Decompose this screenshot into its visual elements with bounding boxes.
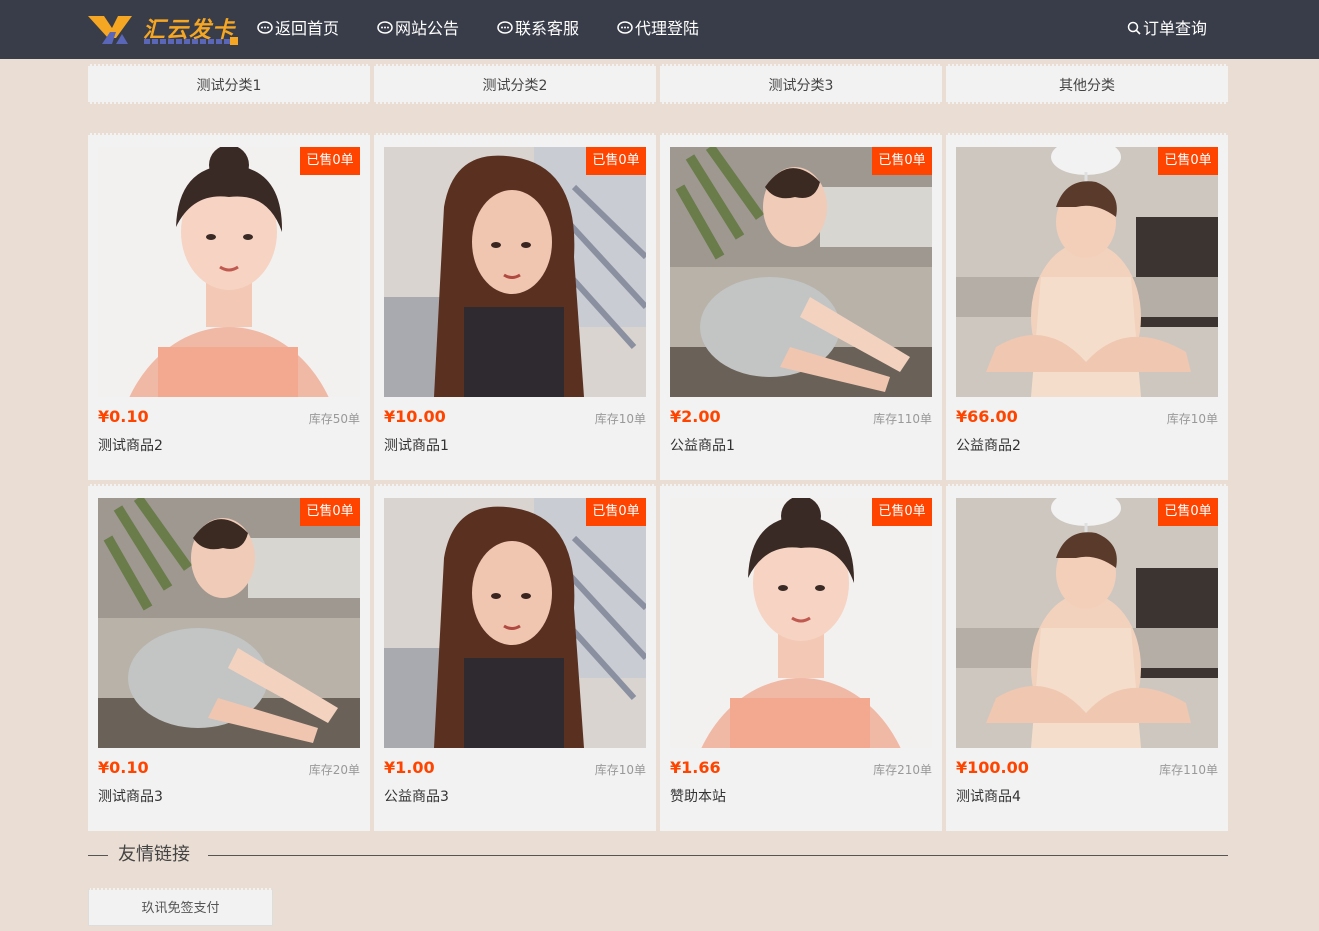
product-name: 测试商品3: [98, 789, 163, 805]
product-stock: 库存210单: [873, 763, 932, 777]
product-card[interactable]: 已售0单 ¥66.00 库存10单 公益商品2: [946, 133, 1228, 480]
product-card[interactable]: 已售0单 ¥100.00 库存110单 测试商品4: [946, 484, 1228, 831]
photo-girl-longhair: [384, 498, 646, 748]
nav-service-label: 联系客服: [515, 19, 580, 38]
product-card[interactable]: 已售0单 ¥1.00 库存10单 公益商品3: [374, 484, 656, 831]
product-name: 公益商品2: [956, 438, 1021, 454]
nav-agent-login-link[interactable]: 代理登陆: [617, 0, 699, 59]
photo-girl-white: [670, 498, 932, 748]
nav-home-label: 返回首页: [275, 19, 340, 38]
sold-badge: 已售0单: [300, 147, 360, 175]
product-image: [670, 498, 932, 748]
friend-links-title: 友情链接: [118, 844, 190, 865]
photo-girl-sitting: [670, 147, 932, 397]
divider: [88, 855, 108, 856]
nav-order-query-link[interactable]: 订单查询: [1127, 0, 1207, 59]
product-price: ¥66.00: [956, 407, 1018, 426]
product-name: 测试商品4: [956, 789, 1021, 805]
sold-badge: 已售0单: [586, 498, 646, 526]
product-price: ¥0.10: [98, 758, 149, 777]
chat-bubble-icon: [497, 21, 513, 34]
product-card[interactable]: 已售0单 ¥0.10 库存20单 测试商品3: [88, 484, 370, 831]
product-stock: 库存20单: [308, 763, 360, 777]
product-stock: 库存50单: [308, 412, 360, 426]
friend-link-item[interactable]: 玖讯免签支付: [88, 888, 273, 926]
product-name: 公益商品1: [670, 438, 735, 454]
product-stock: 库存10单: [1166, 412, 1218, 426]
category-tab[interactable]: 其他分类: [946, 64, 1228, 104]
product-stock: 库存110单: [1159, 763, 1218, 777]
product-card[interactable]: 已售0单 ¥0.10 库存50单 测试商品2: [88, 133, 370, 480]
product-image: [956, 498, 1218, 748]
logo-icon: [88, 16, 132, 44]
photo-girl-longhair: [384, 147, 646, 397]
product-card[interactable]: 已售0单 ¥10.00 库存10单 测试商品1: [374, 133, 656, 480]
product-stock: 库存10单: [594, 763, 646, 777]
photo-girl-white: [98, 147, 360, 397]
photo-girl-floor: [956, 147, 1218, 397]
product-stock: 库存10单: [594, 412, 646, 426]
product-image: [98, 498, 360, 748]
product-price: ¥10.00: [384, 407, 446, 426]
nav-service-link[interactable]: 联系客服: [497, 0, 579, 59]
sold-badge: 已售0单: [300, 498, 360, 526]
sold-badge: 已售0单: [872, 498, 932, 526]
nav-notice-link[interactable]: 网站公告: [377, 0, 459, 59]
category-tab[interactable]: 测试分类2: [374, 64, 656, 104]
product-stock: 库存110单: [873, 412, 932, 426]
product-image: [384, 147, 646, 397]
product-price: ¥0.10: [98, 407, 149, 426]
product-name: 赞助本站: [670, 789, 726, 805]
chat-bubble-icon: [377, 21, 393, 34]
category-tabs: 测试分类1 测试分类2 测试分类3 其他分类: [88, 64, 1228, 104]
top-navbar: 汇云发卡 返回首页 网站公告 联系客服 代理登陆 订单查询: [0, 0, 1319, 59]
product-image: [98, 147, 360, 397]
product-price: ¥1.66: [670, 758, 721, 777]
sold-badge: 已售0单: [1158, 147, 1218, 175]
product-price: ¥1.00: [384, 758, 435, 777]
product-name: 公益商品3: [384, 789, 449, 805]
site-logo[interactable]: 汇云发卡: [88, 12, 238, 48]
product-grid: 已售0单 ¥0.10 库存50单 测试商品2 已售0单 ¥10.00 库存10单…: [88, 133, 1228, 831]
category-tab[interactable]: 测试分类1: [88, 64, 370, 104]
category-tab[interactable]: 测试分类3: [660, 64, 942, 104]
friend-links-header: 友情链接: [88, 843, 1228, 867]
nav-home-link[interactable]: 返回首页: [257, 0, 339, 59]
product-card[interactable]: 已售0单 ¥2.00 库存110单 公益商品1: [660, 133, 942, 480]
product-name: 测试商品2: [98, 438, 163, 454]
photo-girl-floor: [956, 498, 1218, 748]
nav-notice-label: 网站公告: [395, 19, 460, 38]
product-card[interactable]: 已售0单 ¥1.66 库存210单 赞助本站: [660, 484, 942, 831]
product-name: 测试商品1: [384, 438, 449, 454]
product-image: [384, 498, 646, 748]
sold-badge: 已售0单: [1158, 498, 1218, 526]
nav-agent-label: 代理登陆: [635, 19, 700, 38]
chat-bubble-icon: [257, 21, 273, 34]
photo-girl-sitting: [98, 498, 360, 748]
search-icon: [1127, 21, 1141, 35]
logo-subtext-decoration: [144, 37, 238, 45]
product-price: ¥2.00: [670, 407, 721, 426]
nav-query-label: 订单查询: [1143, 19, 1208, 38]
chat-bubble-icon: [617, 21, 633, 34]
product-image: [670, 147, 932, 397]
divider: [208, 855, 1228, 856]
product-image: [956, 147, 1218, 397]
product-price: ¥100.00: [956, 758, 1029, 777]
sold-badge: 已售0单: [872, 147, 932, 175]
sold-badge: 已售0单: [586, 147, 646, 175]
